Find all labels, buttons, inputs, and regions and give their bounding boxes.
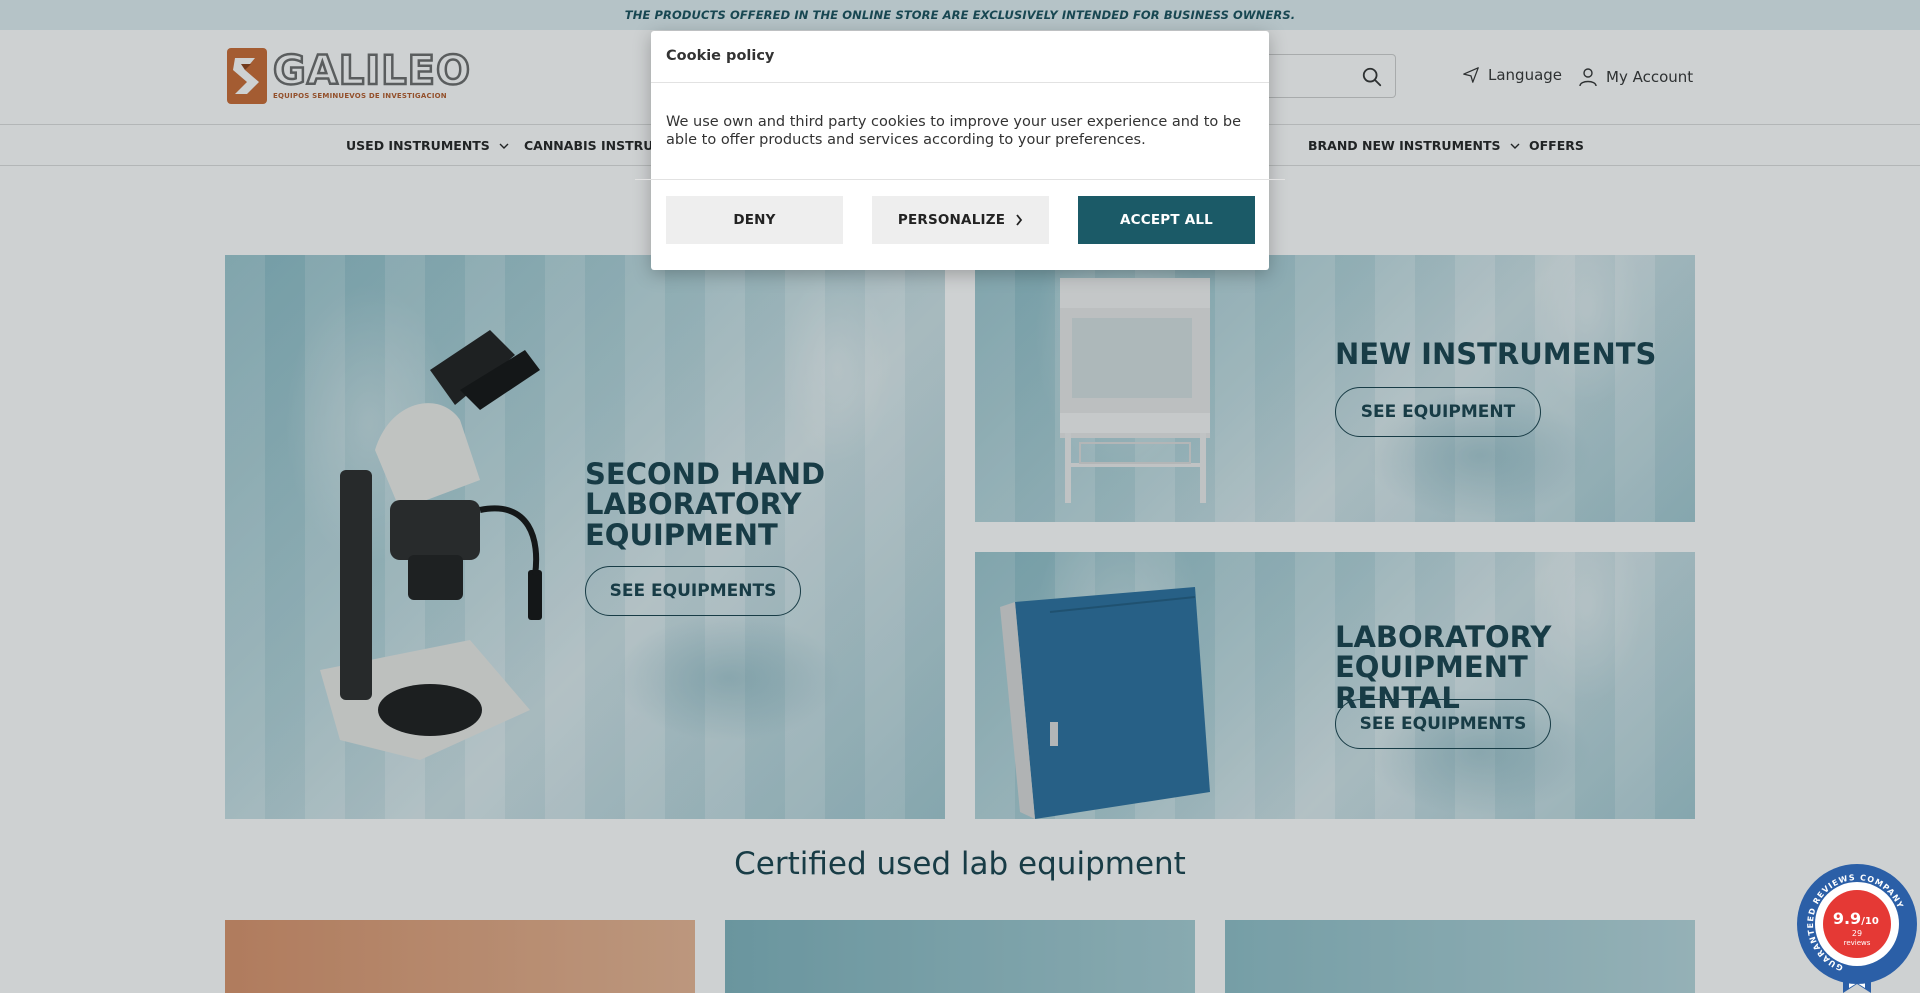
deny-button[interactable]: DENY [666,196,843,244]
badge-score: 9.9 [1833,909,1861,928]
badge-count-label: reviews [1844,939,1871,947]
cookie-policy-dialog: Cookie policy We use own and third party… [635,31,1285,270]
reviews-badge[interactable]: GUARANTEED REVIEWS COMPANY 9.9 /10 29 re… [1795,862,1920,993]
personalize-label: PERSONALIZE [897,212,1006,228]
deny-label: DENY [733,212,776,228]
cookie-dialog-title: Cookie policy [666,48,775,64]
accept-all-label: ACCEPT ALL [1120,212,1213,228]
badge-scale: /10 [1861,916,1879,927]
badge-count: 29 [1852,929,1862,938]
divider [635,179,1285,180]
chevron-right-icon [1016,214,1023,226]
divider [651,82,1269,83]
cookie-dialog-body: We use own and third party cookies to im… [666,114,1242,148]
personalize-button[interactable]: PERSONALIZE [872,196,1049,244]
accept-all-button[interactable]: ACCEPT ALL [1078,196,1255,244]
